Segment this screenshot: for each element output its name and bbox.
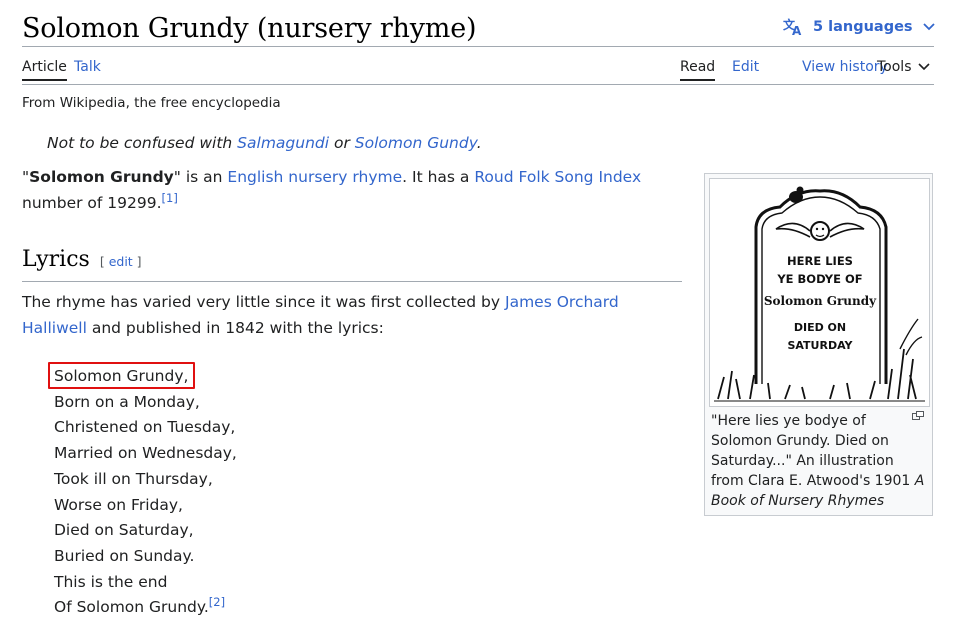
image-caption: "Here lies ye bodye of Solomon Grundy. D… [711,411,929,511]
translate-icon: 文 A [783,18,802,36]
poem-line: Worse on Friday, [54,495,183,514]
intro-paragraph: "Solomon Grundy" is an English nursery r… [22,164,687,216]
chevron-down-icon [922,23,935,31]
link-roud-index[interactable]: Roud Folk Song Index [474,168,641,186]
inscription-line: HERE LIES [787,254,853,268]
hatnote: Not to be confused with Salmagundi or So… [47,134,482,152]
section-edit: [ edit ] [100,254,142,269]
poem-line: Took ill on Thursday, [54,469,213,488]
chevron-down-icon [917,63,930,71]
inscription-line: DIED ON [794,321,846,334]
edit-section-link[interactable]: edit [109,254,133,269]
languages-button[interactable]: 文 A 5 languages [783,16,945,38]
edit-bracket: [ [99,254,109,269]
section-heading-text: Lyrics [22,247,90,272]
intro-text: " is an [173,168,228,186]
page-title: Solomon Grundy (nursery rhyme) [22,13,477,44]
hatnote-text: Not to be confused with [47,134,238,152]
lyrics-intro-paragraph: The rhyme has varied very little since i… [22,289,687,341]
paragraph-text: and published in 1842 with the lyrics: [86,319,384,337]
inscription-line: Solomon Grundy [764,294,877,308]
poem-line: Born on a Monday, [54,392,200,411]
tab-read[interactable]: Read [680,59,716,81]
tab-article[interactable]: Article [22,59,67,81]
inscription-line: YE BODYE OF [776,272,862,286]
intro-text: number of 19299. [22,194,162,212]
caption-text: "Here lies ye bodye of Solomon Grundy. D… [711,413,915,489]
poem-line: This is the end [54,572,168,591]
title-divider [22,46,934,47]
tab-view-history[interactable]: View history [802,59,888,75]
section-heading-lyrics: Lyrics [ edit ] [22,247,682,282]
link-salmagundi[interactable]: Salmagundi [237,134,329,152]
hatnote-text: or [329,134,355,152]
poem-line: Christened on Tuesday, [54,418,236,437]
intro-bold: Solomon Grundy [29,168,174,186]
page-tabs: Article Talk Read Edit View history Tool… [22,56,934,84]
poem-lyrics: Solomon Grundy, Born on a Monday, Christ… [54,364,237,621]
reference-1[interactable]: [1] [162,191,178,205]
tabs-divider [22,84,934,85]
hatnote-text: . [476,134,482,152]
tab-talk[interactable]: Talk [74,59,101,75]
poem-line: Solomon Grundy, [54,367,189,385]
poem-line-text: Of Solomon Grundy. [54,598,209,617]
paragraph-text: The rhyme has varied very little since i… [22,293,505,311]
tools-label: Tools [877,59,912,75]
tombstone-drawing: HERE LIES YE BODYE OF Solomon Grundy DIE… [714,186,925,402]
infobox: HERE LIES YE BODYE OF Solomon Grundy DIE… [704,173,933,516]
poem-line-last: Of Solomon Grundy.[2] [54,595,237,621]
tombstone-illustration[interactable]: HERE LIES YE BODYE OF Solomon Grundy DIE… [709,178,930,407]
poem-line: Buried on Sunday. [54,546,195,565]
tools-menu[interactable]: Tools [877,59,930,75]
tagline: From Wikipedia, the free encyclopedia [22,95,281,111]
languages-label: 5 languages [813,19,913,35]
reference-2[interactable]: [2] [209,595,225,609]
link-english-nursery-rhyme[interactable]: English nursery rhyme [227,168,402,186]
inscription-line: SATURDAY [787,339,853,352]
svg-text:A: A [792,24,802,36]
edit-bracket: ] [132,254,142,269]
poem-line: Died on Saturday, [54,521,194,540]
intro-text: . It has a [402,168,475,186]
link-solomon-gundy[interactable]: Solomon Gundy [355,134,477,152]
poem-line: Married on Wednesday, [54,444,237,463]
tab-edit[interactable]: Edit [732,59,759,75]
